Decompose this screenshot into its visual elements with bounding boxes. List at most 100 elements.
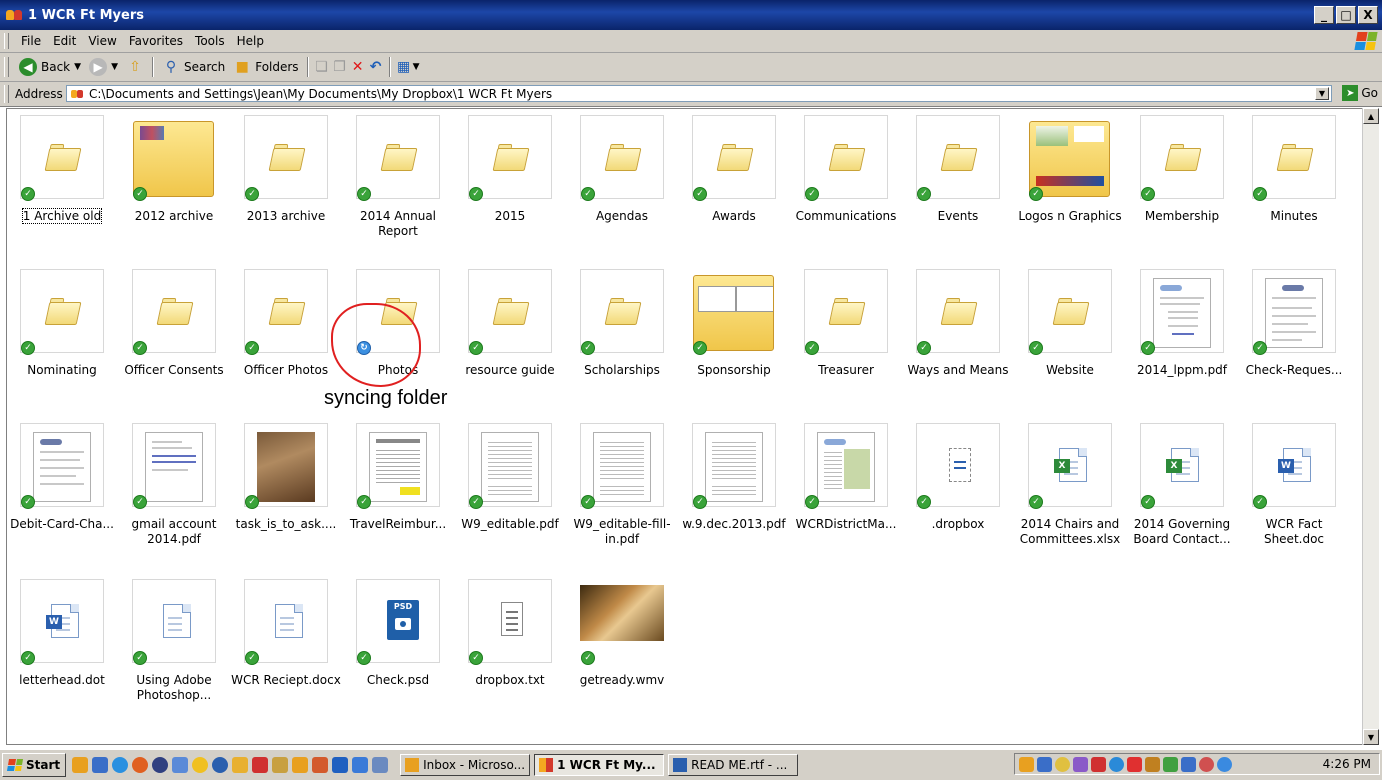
text-file-icon [501, 602, 523, 636]
taskbar-button[interactable]: Inbox - Microso... [400, 754, 531, 776]
start-button[interactable]: Start [2, 753, 67, 777]
tray-icon[interactable] [1055, 756, 1070, 772]
folder-icon [1276, 144, 1314, 171]
address-path: C:\Documents and Settings\Jean\My Docume… [89, 86, 553, 101]
thumbnail [244, 269, 328, 353]
taskbar-button-label: Inbox - Microso... [423, 758, 526, 772]
back-button[interactable]: ◀ Back ▼ [15, 55, 85, 79]
thumbnail [692, 115, 776, 199]
thumbnail: X [1140, 423, 1224, 507]
folder-photo-icon [693, 275, 774, 351]
vertical-scrollbar[interactable]: ▲ ▼ [1362, 108, 1379, 745]
maximize-button[interactable]: □ [1336, 6, 1356, 24]
item-label: Agendas [595, 209, 649, 223]
address-grip[interactable] [4, 85, 9, 103]
folder-icon [604, 144, 642, 171]
item-label: WCR Fact Sheet.doc [1263, 517, 1325, 546]
pdf-preview [369, 432, 427, 502]
explorer-folder-icon [539, 758, 554, 772]
thumbnail [132, 115, 216, 199]
pdf-preview [593, 432, 651, 502]
tray-icon[interactable] [1181, 756, 1196, 772]
quick-launch-icon[interactable] [152, 757, 169, 773]
menu-view[interactable]: View [82, 34, 122, 48]
search-button[interactable]: ⚲ Search [158, 55, 229, 79]
title-bar: 1 WCR Ft Myers _ □ X [0, 0, 1382, 30]
synced-check-icon: ✓ [133, 651, 147, 665]
views-icon[interactable]: ▦ [395, 59, 413, 75]
go-button[interactable]: ➤ Go [1342, 85, 1378, 101]
menu-tools[interactable]: Tools [189, 34, 231, 48]
item-label: 2014 Governing Board Contact... [1133, 517, 1231, 546]
minimize-button[interactable]: _ [1314, 6, 1334, 24]
tray-icon[interactable] [1163, 756, 1178, 772]
quick-launch-icon[interactable] [292, 757, 309, 773]
quick-launch-icon[interactable] [92, 757, 109, 773]
quick-launch-icon[interactable] [172, 757, 189, 773]
thumbnail [468, 423, 552, 507]
quick-launch-icon[interactable] [312, 757, 329, 773]
go-arrow-icon: ➤ [1342, 85, 1359, 101]
quick-launch-icon[interactable] [72, 757, 89, 773]
scroll-up-icon[interactable]: ▲ [1363, 108, 1379, 124]
tray-icon[interactable] [1073, 756, 1088, 772]
tray-icon[interactable] [1037, 756, 1052, 772]
toolbar-grip[interactable] [4, 57, 9, 77]
system-tray: 4:26 PM [1014, 753, 1380, 775]
delete-icon[interactable]: ✕ [349, 59, 367, 75]
folders-button[interactable]: ■ Folders [229, 55, 302, 79]
thumbnail [468, 269, 552, 353]
thumbnail [356, 423, 440, 507]
synced-check-icon: ✓ [245, 187, 259, 201]
dropbox-tray-icon[interactable] [1217, 756, 1232, 772]
menu-edit[interactable]: Edit [47, 34, 82, 48]
menu-grip[interactable] [4, 33, 9, 49]
quick-launch-icon[interactable] [372, 757, 389, 773]
move-to-icon[interactable]: ❏ [313, 59, 331, 75]
item-label: resource guide [465, 363, 555, 377]
undo-icon[interactable]: ↶ [367, 59, 385, 75]
thumbnail [1252, 115, 1336, 199]
quick-launch-icon[interactable] [352, 757, 369, 773]
tray-icon[interactable] [1091, 756, 1106, 772]
tray-icon[interactable] [1019, 756, 1034, 772]
thumbnail [244, 115, 328, 199]
synced-check-icon: ✓ [693, 495, 707, 509]
taskbar-button[interactable]: 1 WCR Ft My... [534, 754, 665, 776]
quick-launch-icon[interactable] [272, 757, 289, 773]
back-dropdown-icon[interactable]: ▼ [74, 62, 81, 72]
forward-button[interactable]: ▶ ▼ [85, 55, 122, 79]
item-label: Ways and Means [907, 363, 1009, 377]
scroll-down-icon[interactable]: ▼ [1363, 729, 1379, 745]
up-folder-button[interactable]: ⇧ [122, 55, 148, 79]
thumbnail [804, 423, 888, 507]
standard-toolbar: ◀ Back ▼ ▶ ▼ ⇧ ⚲ Search ■ Folders ❏ ❐ ✕ … [0, 53, 1382, 82]
tray-icon[interactable] [1109, 756, 1124, 772]
quick-launch-icon[interactable] [252, 757, 269, 773]
forward-dropdown-icon[interactable]: ▼ [111, 62, 118, 72]
item-label: getready.wmv [579, 673, 665, 687]
tray-icon[interactable] [1145, 756, 1160, 772]
folder-icon [156, 298, 194, 325]
quick-launch-icon[interactable] [212, 757, 229, 773]
address-input[interactable]: C:\Documents and Settings\Jean\My Docume… [66, 85, 1332, 102]
close-button[interactable]: X [1358, 6, 1378, 24]
menu-file[interactable]: File [15, 34, 47, 48]
file-view[interactable]: ✓ 1 Archive old ✓ 2012 archive ✓ 2013 ar… [6, 108, 1363, 745]
quick-launch-icon[interactable] [332, 757, 349, 773]
tray-icon[interactable] [1199, 756, 1214, 772]
folder-icon [380, 144, 418, 171]
address-dropdown-icon[interactable]: ▼ [1315, 87, 1329, 100]
firefox-icon[interactable] [132, 757, 149, 773]
taskbar-button[interactable]: READ ME.rtf - ... [668, 754, 799, 776]
quick-launch-icon[interactable] [192, 757, 209, 773]
internet-explorer-icon[interactable] [112, 757, 129, 773]
tray-icon[interactable] [1127, 756, 1142, 772]
menu-help[interactable]: Help [231, 34, 270, 48]
menu-favorites[interactable]: Favorites [123, 34, 189, 48]
quick-launch-icon[interactable] [232, 757, 249, 773]
copy-to-icon[interactable]: ❐ [331, 59, 349, 75]
item-label: 2012 archive [134, 209, 214, 223]
views-dropdown-icon[interactable]: ▼ [413, 62, 420, 72]
synced-check-icon: ✓ [1253, 495, 1267, 509]
